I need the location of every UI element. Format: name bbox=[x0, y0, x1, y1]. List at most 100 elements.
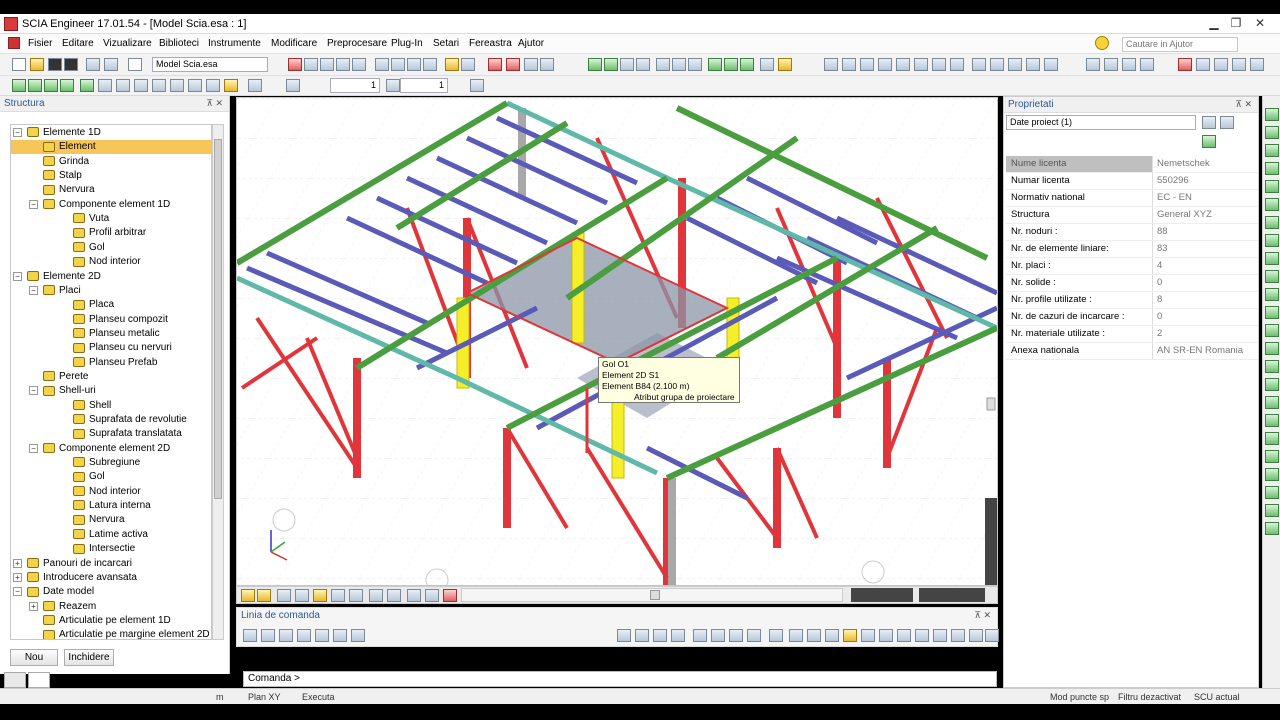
side-tool-icon[interactable] bbox=[1265, 234, 1279, 247]
expand-toggle-icon[interactable]: + bbox=[13, 572, 22, 582]
tool-icon[interactable] bbox=[1026, 58, 1040, 71]
cmd-tool-icon[interactable] bbox=[279, 629, 293, 642]
side-tool-icon[interactable] bbox=[1265, 504, 1279, 517]
tool-icon[interactable] bbox=[1214, 58, 1228, 71]
snap-icon[interactable] bbox=[825, 629, 839, 642]
help-search-input[interactable]: Cautare in Ajutor bbox=[1122, 37, 1238, 52]
view-icon[interactable] bbox=[12, 79, 26, 92]
view-tool-icon[interactable] bbox=[407, 589, 421, 602]
property-value[interactable]: 4 bbox=[1153, 258, 1258, 274]
tool-icon[interactable] bbox=[375, 58, 389, 71]
tool-icon[interactable] bbox=[506, 58, 520, 71]
new-button[interactable]: Nou bbox=[10, 649, 58, 666]
property-row[interactable]: Normativ national EC - EN bbox=[1006, 190, 1258, 207]
filter-icon[interactable] bbox=[1220, 116, 1234, 129]
tree-item[interactable]: Articulatie pe margine element 2D bbox=[43, 628, 210, 639]
view-icon[interactable] bbox=[28, 79, 42, 92]
side-tool-icon[interactable] bbox=[1265, 324, 1279, 337]
tool-icon[interactable] bbox=[1104, 58, 1118, 71]
tree-item[interactable]: + Reazem bbox=[29, 600, 96, 614]
zoom-icon[interactable] bbox=[116, 79, 130, 92]
tool-icon[interactable] bbox=[708, 58, 722, 71]
save-as-icon[interactable] bbox=[64, 58, 78, 71]
snap-icon[interactable] bbox=[789, 629, 803, 642]
tree-item[interactable]: − Shell-uri bbox=[29, 384, 96, 398]
zoom-icon[interactable] bbox=[152, 79, 166, 92]
side-tool-icon[interactable] bbox=[1265, 252, 1279, 265]
tool-icon[interactable] bbox=[407, 58, 421, 71]
tab-window-icon[interactable] bbox=[28, 672, 50, 688]
property-value[interactable]: 0 bbox=[1153, 309, 1258, 325]
tree-item[interactable]: Planseu metalic bbox=[73, 327, 160, 341]
panel-pin-close[interactable]: ⊼ ✕ bbox=[974, 610, 991, 621]
snap-icon[interactable] bbox=[769, 629, 783, 642]
tree-item[interactable]: Nervura bbox=[43, 183, 95, 197]
snap-icon[interactable] bbox=[729, 629, 743, 642]
properties-combo[interactable]: Date proiect (1) bbox=[1006, 115, 1196, 130]
select-icon[interactable] bbox=[243, 629, 257, 642]
tree-item[interactable]: + Introducere avansata bbox=[13, 571, 137, 585]
tool-icon[interactable] bbox=[445, 58, 459, 71]
snap-icon[interactable] bbox=[747, 629, 761, 642]
menu-biblioteci[interactable]: Biblioteci bbox=[159, 38, 199, 49]
property-value[interactable]: 88 bbox=[1153, 224, 1258, 240]
view-tool-icon[interactable] bbox=[349, 589, 363, 602]
view-tool-icon[interactable] bbox=[241, 589, 255, 602]
expand-toggle-icon[interactable]: − bbox=[29, 199, 38, 209]
side-tool-icon[interactable] bbox=[1265, 144, 1279, 157]
tool-icon[interactable] bbox=[724, 58, 738, 71]
property-row[interactable]: Nr. profile utilizate :8 bbox=[1006, 292, 1258, 309]
save-icon[interactable] bbox=[48, 58, 62, 71]
panel-pin-close[interactable]: ⊼ ✕ bbox=[1235, 99, 1252, 110]
expand-toggle-icon[interactable]: − bbox=[13, 271, 22, 281]
tool-icon[interactable] bbox=[1196, 58, 1210, 71]
property-row[interactable]: Nume licenta Nemetschek bbox=[1006, 156, 1258, 173]
view-tool-icon[interactable] bbox=[425, 589, 439, 602]
property-value[interactable]: General XYZ bbox=[1153, 207, 1258, 223]
property-row[interactable]: Anexa nationala AN SR-EN Romania bbox=[1006, 343, 1258, 360]
expand-toggle-icon[interactable]: − bbox=[29, 285, 38, 295]
tool-icon[interactable] bbox=[423, 58, 437, 71]
expand-toggle-icon[interactable]: − bbox=[29, 443, 38, 453]
3d-viewport[interactable] bbox=[236, 97, 998, 586]
menu-ajutor[interactable]: Ajutor bbox=[518, 38, 544, 49]
tool-icon[interactable] bbox=[778, 58, 792, 71]
zoom-icon[interactable] bbox=[134, 79, 148, 92]
expand-toggle-icon[interactable]: − bbox=[13, 587, 22, 597]
expand-toggle-icon[interactable]: + bbox=[29, 601, 38, 611]
property-value[interactable]: 550296 bbox=[1153, 173, 1258, 189]
tree-item[interactable]: Grinda bbox=[43, 155, 89, 169]
tree-item[interactable]: Nod interior bbox=[73, 485, 141, 499]
app-icon[interactable] bbox=[4, 17, 18, 31]
snap-icon[interactable] bbox=[635, 629, 649, 642]
menu-editare[interactable]: Editare bbox=[62, 38, 94, 49]
tree-item[interactable]: − Componente element 1D bbox=[29, 198, 170, 212]
tree-item[interactable]: Shell bbox=[73, 399, 111, 413]
tool-icon[interactable] bbox=[672, 58, 686, 71]
smiley-icon[interactable] bbox=[1095, 36, 1109, 50]
side-tool-icon[interactable] bbox=[1265, 360, 1279, 373]
cmd-tool-icon[interactable] bbox=[333, 629, 347, 642]
tool-icon[interactable] bbox=[688, 58, 702, 71]
tree-scrollbar[interactable] bbox=[212, 124, 224, 640]
snap-icon[interactable] bbox=[933, 629, 947, 642]
tree-item[interactable]: Nod interior bbox=[73, 255, 141, 269]
view-icon[interactable] bbox=[80, 79, 94, 92]
structure-model[interactable] bbox=[237, 98, 998, 586]
tree-item[interactable]: − Componente element 2D bbox=[29, 442, 170, 456]
tool-icon[interactable] bbox=[990, 58, 1004, 71]
tool-icon[interactable] bbox=[604, 58, 618, 71]
expand-toggle-icon[interactable]: − bbox=[13, 128, 22, 137]
pan-slider[interactable] bbox=[919, 588, 985, 602]
property-row[interactable]: Nr. de elemente liniare: 83 bbox=[1006, 241, 1258, 258]
menu-modificare[interactable]: Modificare bbox=[271, 38, 317, 49]
tool-icon[interactable] bbox=[932, 58, 946, 71]
tree-item[interactable]: Vuta bbox=[73, 212, 109, 226]
tool-icon[interactable] bbox=[288, 58, 302, 71]
status-filter[interactable]: Filtru dezactivat bbox=[1118, 692, 1181, 702]
snap-icon[interactable] bbox=[897, 629, 911, 642]
panel-pin-close[interactable]: ⊼ ✕ bbox=[206, 98, 223, 109]
side-tool-icon[interactable] bbox=[1265, 342, 1279, 355]
property-row[interactable]: Nr. de cazuri de incarcare :0 bbox=[1006, 309, 1258, 326]
tree-item[interactable]: Profil arbitrar bbox=[73, 226, 146, 240]
